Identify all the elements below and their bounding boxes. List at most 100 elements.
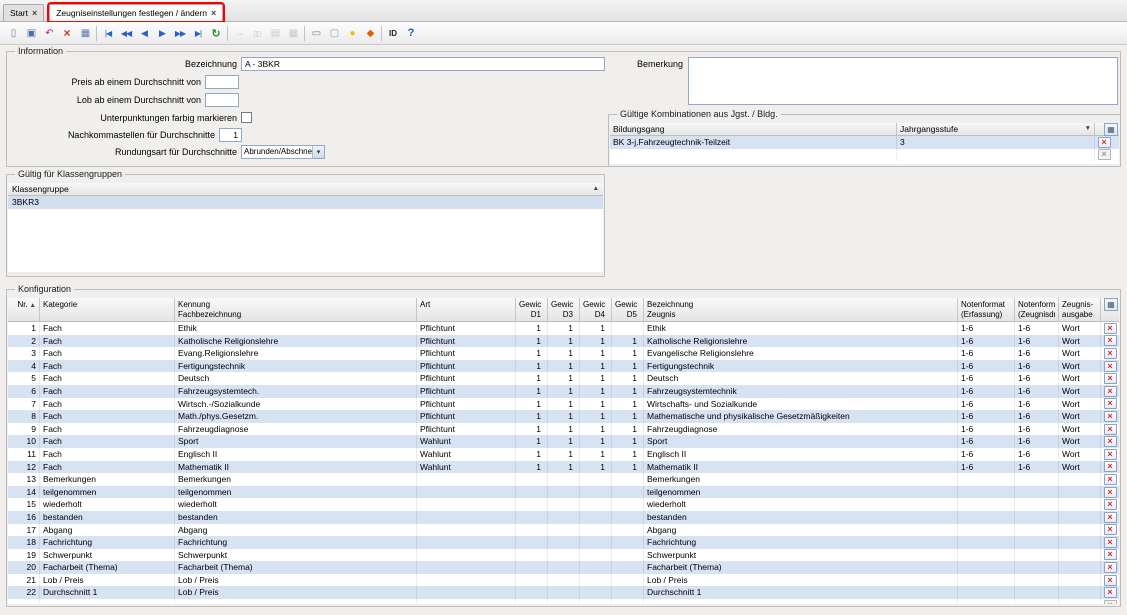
table-row[interactable]: × [610, 149, 1119, 162]
table-row[interactable]: 12FachMathematik IIWahlunt1111Mathematik… [8, 461, 1119, 474]
next-record-icon[interactable]: ▶ [153, 24, 171, 42]
tab-zeugniseinstellungen[interactable]: Zeugniseinstellungen festlegen / ändern … [49, 4, 223, 21]
help-icon[interactable]: ? [402, 24, 420, 42]
table-row[interactable]: 7FachWirtsch.-/SozialkundePflichtunt1111… [8, 398, 1119, 411]
delete-row-button[interactable]: × [1104, 562, 1117, 573]
column-header-klassengruppe[interactable]: Klassengruppe ▲ [8, 183, 603, 196]
delete-record-icon[interactable]: × [58, 24, 76, 42]
table-row[interactable]: 11FachEnglisch IIWahlunt1111Englisch II1… [8, 448, 1119, 461]
delete-row-button[interactable]: × [1104, 474, 1117, 485]
table-row[interactable]: 20Facharbeit (Thema)Facharbeit (Thema)Fa… [8, 561, 1119, 574]
column-header-kennung[interactable]: KennungFachbezeichnung [175, 298, 417, 321]
rundungsart-select[interactable]: Abrunden/Abschneiden ▾ [241, 145, 325, 159]
tab-close-icon[interactable]: × [32, 9, 37, 17]
table-row[interactable]: 21Lob / PreisLob / PreisLob / Preis× [8, 574, 1119, 587]
delete-row-button[interactable]: × [1098, 137, 1111, 148]
table-row[interactable]: 8FachMath./phys.Gesetzm.Pflichtunt1111Ma… [8, 410, 1119, 423]
preis-input[interactable] [205, 75, 239, 89]
table-row[interactable]: 2FachKatholische ReligionslehrePflichtun… [8, 335, 1119, 348]
prior-page-icon[interactable]: ◀◀ [117, 24, 135, 42]
delete-row-button[interactable]: × [1104, 499, 1117, 510]
column-header-jahrgangsstufe[interactable]: Jahrgangsstufe ▼ [897, 123, 1095, 135]
delete-row-button[interactable]: × [1104, 575, 1117, 586]
new-record-icon[interactable]: ▯ [4, 24, 22, 42]
column-header-d1[interactable]: GewichtD1 [516, 298, 548, 321]
tab-close-icon[interactable]: × [211, 9, 216, 17]
table-row[interactable]: 13BemerkungenBemerkungenBemerkungen× [8, 473, 1119, 486]
table-row[interactable]: 6FachFahrzeugsystemtech.Pflichtunt1111Fa… [8, 385, 1119, 398]
column-header-nf2[interactable]: Notenformat(Zeugnisdruck) [1015, 298, 1059, 321]
table-row[interactable]: 10FachSportWahlunt1111Sport1-61-6Wort× [8, 435, 1119, 448]
prior-record-icon[interactable]: ◀ [135, 24, 153, 42]
grid-edit-icon[interactable]: ▦ [76, 24, 94, 42]
bemerkung-textarea[interactable] [688, 57, 1118, 105]
delete-row-button[interactable]: × [1104, 487, 1117, 498]
column-header-bildungsgang[interactable]: Bildungsgang [610, 123, 897, 135]
save-icon[interactable]: ▣ [22, 24, 40, 42]
table-row[interactable]: 9FachFahrzeugdiagnosePflichtunt1111Fahrz… [8, 423, 1119, 436]
table-row[interactable]: 4FachFertigungstechnikPflichtunt1111Fert… [8, 360, 1119, 373]
next-page-icon[interactable]: ▶▶ [171, 24, 189, 42]
table-row[interactable]: 19SchwerpunktSchwerpunktSchwerpunkt× [8, 549, 1119, 562]
table-row[interactable]: 18FachrichtungFachrichtungFachrichtung× [8, 536, 1119, 549]
delete-row-button[interactable]: × [1104, 600, 1117, 604]
nachkommastellen-input[interactable] [219, 128, 242, 142]
lob-input[interactable] [205, 93, 239, 107]
first-record-icon[interactable]: |◀ [99, 24, 117, 42]
comment-icon[interactable]: ▢ [325, 24, 343, 42]
paste-grid-icon[interactable]: ▦ [284, 24, 302, 42]
delete-row-button[interactable]: × [1104, 361, 1117, 372]
delete-row-button[interactable]: × [1104, 411, 1117, 422]
table-row[interactable]: BK 3-j.Fahrzeugtechnik-Teilzeit3× [610, 136, 1119, 149]
unterpunktungen-checkbox[interactable] [241, 112, 252, 123]
tab-start[interactable]: Start × [3, 4, 44, 21]
column-chooser-button[interactable]: ▦ [1104, 298, 1118, 311]
undo-icon[interactable]: ↶ [40, 24, 58, 42]
delete-row-button[interactable]: × [1104, 335, 1117, 346]
delete-row-button[interactable]: × [1104, 398, 1117, 409]
column-header-bez[interactable]: BezeichnungZeugnis [644, 298, 958, 321]
table-row[interactable]: 14teilgenommenteilgenommenteilgenommen× [8, 486, 1119, 499]
print-icon[interactable]: ▭ [307, 24, 325, 42]
delete-row-button[interactable]: × [1104, 461, 1117, 472]
delete-row-button[interactable]: × [1098, 149, 1111, 160]
table-row[interactable]: 15wiederholtwiederholtwiederholt× [8, 498, 1119, 511]
delete-row-button[interactable]: × [1104, 348, 1117, 359]
table-row[interactable]: 3FachEvang.ReligionslehrePflichtunt1111E… [8, 347, 1119, 360]
delete-row-button[interactable]: × [1104, 373, 1117, 384]
copy-icon[interactable]: ▯▯ [248, 24, 266, 42]
delete-row-button[interactable]: × [1104, 436, 1117, 447]
bezeichnung-input[interactable] [241, 57, 605, 71]
column-header-d3[interactable]: GewichtD3 [548, 298, 580, 321]
delete-row-button[interactable]: × [1104, 424, 1117, 435]
table-row[interactable]: 22Durchschnitt 1Lob / PreisDurchschnitt … [8, 586, 1119, 599]
delete-row-button[interactable]: × [1104, 512, 1117, 523]
paste-icon[interactable]: ▤ [266, 24, 284, 42]
column-header-d4[interactable]: GewichtD4 [580, 298, 612, 321]
announce-icon[interactable]: ◆ [361, 24, 379, 42]
table-row[interactable]: 1FachEthikPflichtunt111Ethik1-61-6Wort× [8, 322, 1119, 335]
delete-row-button[interactable]: × [1104, 323, 1117, 334]
column-header-art[interactable]: Art [417, 298, 516, 321]
table-row[interactable]: 17AbgangAbgangAbgang× [8, 524, 1119, 537]
goto-icon[interactable]: → [230, 24, 248, 42]
delete-row-button[interactable]: × [1104, 386, 1117, 397]
chevron-down-icon[interactable]: ▾ [312, 146, 324, 158]
delete-row-button[interactable]: × [1104, 537, 1117, 548]
table-row[interactable]: × [8, 599, 1119, 604]
column-header-nf1[interactable]: Notenformat(Erfassung) [958, 298, 1015, 321]
refresh-icon[interactable]: ↻ [207, 24, 225, 42]
delete-row-button[interactable]: × [1104, 449, 1117, 460]
hint-lamp-icon[interactable]: ● [343, 24, 361, 42]
column-header-d5[interactable]: GewichtD5 [612, 298, 644, 321]
table-row[interactable]: 16bestandenbestandenbestanden× [8, 511, 1119, 524]
delete-row-button[interactable]: × [1104, 587, 1117, 598]
column-header-ausgabe[interactable]: Zeugnis-ausgabe [1059, 298, 1101, 321]
table-row[interactable]: 3BKR3 [8, 196, 603, 209]
table-row[interactable]: 5FachDeutschPflichtunt1111Deutsch1-61-6W… [8, 372, 1119, 385]
filter-dropdown-icon[interactable]: ▼ [1085, 123, 1091, 135]
delete-row-button[interactable]: × [1104, 524, 1117, 535]
delete-row-button[interactable]: × [1104, 549, 1117, 560]
column-header-kategorie[interactable]: Kategorie [40, 298, 175, 321]
last-record-icon[interactable]: ▶| [189, 24, 207, 42]
